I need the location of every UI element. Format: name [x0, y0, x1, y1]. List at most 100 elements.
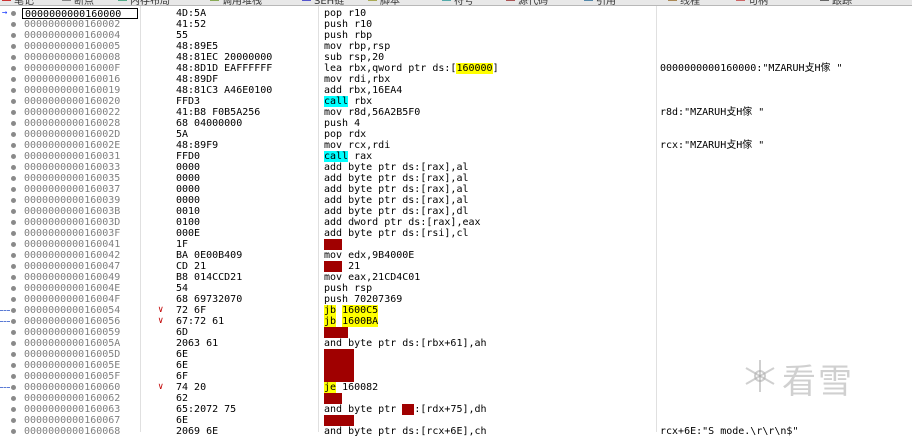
disasm-row[interactable]: 0000000000160031 FFD0 call rax: [0, 151, 912, 162]
instruction-cell[interactable]: sub rsp,20: [324, 52, 384, 63]
bytes-cell[interactable]: 4D:5A: [176, 8, 206, 19]
instruction-cell[interactable]: add byte ptr ds:[rax],dl: [324, 206, 469, 217]
tab-4[interactable]: SEH链: [302, 0, 344, 5]
disasm-row[interactable]: 000000000016004F 68 69732070 push 70207369: [0, 294, 912, 305]
address-cell[interactable]: 0000000000160039: [22, 195, 138, 206]
bytes-cell[interactable]: 74 20: [176, 382, 206, 393]
bytes-cell[interactable]: 68 04000000: [176, 118, 242, 129]
bytes-cell[interactable]: 48:89E5: [176, 41, 218, 52]
tab-9[interactable]: 线程: [668, 0, 700, 5]
breakpoint-dot-icon[interactable]: [11, 187, 16, 192]
tab-8[interactable]: 引用: [584, 0, 616, 5]
instruction-cell[interactable]: push rbp: [324, 30, 372, 41]
address-cell[interactable]: 0000000000160056: [22, 316, 138, 327]
tab-11[interactable]: 跟踪: [820, 0, 852, 5]
address-cell[interactable]: 0000000000160054: [22, 305, 138, 316]
bytes-cell[interactable]: 48:8D1D EAFFFFFF: [176, 63, 272, 74]
breakpoint-dot-icon[interactable]: [11, 154, 16, 159]
bytes-cell[interactable]: 48:81EC 20000000: [176, 52, 272, 63]
disasm-row[interactable]: 0000000000160067 6E outsb: [0, 415, 912, 426]
instruction-cell[interactable]: ???: [324, 239, 343, 250]
disasm-row[interactable]: 0000000000160028 68 04000000 push 4: [0, 118, 912, 129]
address-cell[interactable]: 0000000000160019: [22, 85, 138, 96]
breakpoint-dot-icon[interactable]: [11, 330, 16, 335]
disasm-row[interactable]: 000000000016004E 54 push rsp: [0, 283, 912, 294]
disasm-row[interactable]: 000000000016002E 48:89F9 mov rcx,rdi rcx:"M…: [0, 140, 912, 151]
bytes-cell[interactable]: 0000: [176, 162, 200, 173]
address-cell[interactable]: 0000000000160000: [22, 8, 138, 20]
breakpoint-dot-icon[interactable]: [11, 231, 16, 236]
instruction-cell[interactable]: pop r10: [324, 8, 366, 19]
breakpoint-dot-icon[interactable]: [11, 176, 16, 181]
instruction-cell[interactable]: call rax: [324, 151, 372, 162]
address-cell[interactable]: 0000000000160059: [22, 327, 138, 338]
breakpoint-dot-icon[interactable]: [11, 11, 16, 16]
instruction-cell[interactable]: pop rdx: [324, 129, 366, 140]
breakpoint-dot-icon[interactable]: [11, 319, 16, 324]
instruction-cell[interactable]: push 4: [324, 118, 360, 129]
address-cell[interactable]: 000000000016005D: [22, 349, 138, 360]
instruction-cell[interactable]: lea rbx,qword ptr ds:[160000]: [324, 63, 499, 74]
disasm-row[interactable]: 0000000000160019 48:81C3 A46E0100 add rbx,…: [0, 85, 912, 96]
instruction-cell[interactable]: mov rcx,rdi: [324, 140, 390, 151]
breakpoint-dot-icon[interactable]: [11, 143, 16, 148]
instruction-cell[interactable]: add byte ptr ds:[rax],al: [324, 195, 469, 206]
bytes-cell[interactable]: 0000: [176, 184, 200, 195]
tab-7[interactable]: 源代码: [506, 0, 548, 5]
breakpoint-dot-icon[interactable]: [11, 198, 16, 203]
instruction-cell[interactable]: jb 1600C5: [324, 305, 379, 316]
tab-1[interactable]: 断点: [62, 0, 94, 5]
instruction-cell[interactable]: outsb: [324, 360, 355, 371]
bytes-cell[interactable]: 6E: [176, 415, 188, 426]
disasm-row[interactable]: 0000000000160020 FFD3 call rbx: [0, 96, 912, 107]
instruction-cell[interactable]: ???: [324, 393, 343, 404]
instruction-cell[interactable]: and byte ptr gs:[rdx+75],dh: [324, 404, 487, 415]
instruction-cell[interactable]: mov r8d,56A2B5F0: [324, 107, 420, 118]
instruction-cell[interactable]: outsd: [324, 371, 355, 382]
bytes-cell[interactable]: 55: [176, 30, 188, 41]
instruction-cell[interactable]: add byte ptr ds:[rax],al: [324, 173, 469, 184]
address-cell[interactable]: 0000000000160028: [22, 118, 138, 129]
bytes-cell[interactable]: 2063 61: [176, 338, 218, 349]
address-cell[interactable]: 0000000000160041: [22, 239, 138, 250]
address-cell[interactable]: 0000000000160031: [22, 151, 138, 162]
bytes-cell[interactable]: 6E: [176, 360, 188, 371]
bytes-cell[interactable]: 6F: [176, 371, 188, 382]
instruction-cell[interactable]: jb 1600BA: [324, 316, 379, 327]
breakpoint-dot-icon[interactable]: [11, 418, 16, 423]
bytes-cell[interactable]: 0010: [176, 206, 200, 217]
address-cell[interactable]: 0000000000160020: [22, 96, 138, 107]
breakpoint-dot-icon[interactable]: [11, 66, 16, 71]
address-cell[interactable]: 0000000000160042: [22, 250, 138, 261]
breakpoint-dot-icon[interactable]: [11, 132, 16, 137]
address-cell[interactable]: 000000000016003D: [22, 217, 138, 228]
instruction-cell[interactable]: push 70207369: [324, 294, 402, 305]
address-cell[interactable]: 0000000000160008: [22, 52, 138, 63]
instruction-cell[interactable]: push rsp: [324, 283, 372, 294]
instruction-cell[interactable]: add byte ptr ds:[rax],al: [324, 184, 469, 195]
address-cell[interactable]: 0000000000160033: [22, 162, 138, 173]
address-cell[interactable]: 0000000000160047: [22, 261, 138, 272]
bytes-cell[interactable]: 41:52: [176, 19, 206, 30]
breakpoint-dot-icon[interactable]: [11, 209, 16, 214]
address-cell[interactable]: 0000000000160022: [22, 107, 138, 118]
breakpoint-dot-icon[interactable]: [11, 220, 16, 225]
tab-3[interactable]: 调用堆栈: [210, 0, 262, 5]
tab-2[interactable]: 内存布局: [118, 0, 170, 5]
comment-cell[interactable]: r8d:"MZARUH攴H傢 ": [660, 107, 764, 118]
bytes-cell[interactable]: 41:B8 F0B5A256: [176, 107, 260, 118]
address-cell[interactable]: 000000000016000F: [22, 63, 138, 74]
disasm-row[interactable]: 0000000000160022 41:B8 F0B5A256 mov r8d,56…: [0, 107, 912, 118]
disasm-row[interactable]: 0000000000160054 ∨ 72 6F jb 1600C5: [0, 305, 912, 316]
instruction-cell[interactable]: add byte ptr ds:[rax],al: [324, 162, 469, 173]
disasm-row[interactable]: 0000000000160056 ∨ 67:72 61 jb 1600BA: [0, 316, 912, 327]
breakpoint-dot-icon[interactable]: [11, 352, 16, 357]
bytes-cell[interactable]: 0000: [176, 173, 200, 184]
address-cell[interactable]: 000000000016005A: [22, 338, 138, 349]
instruction-cell[interactable]: mov rdi,rbx: [324, 74, 390, 85]
address-cell[interactable]: 000000000016004F: [22, 294, 138, 305]
bytes-cell[interactable]: 68 69732070: [176, 294, 242, 305]
bytes-cell[interactable]: B8 014CCD21: [176, 272, 242, 283]
disasm-row[interactable]: 0000000000160047 CD 21 int 21: [0, 261, 912, 272]
tab-10[interactable]: 句柄: [736, 0, 768, 5]
